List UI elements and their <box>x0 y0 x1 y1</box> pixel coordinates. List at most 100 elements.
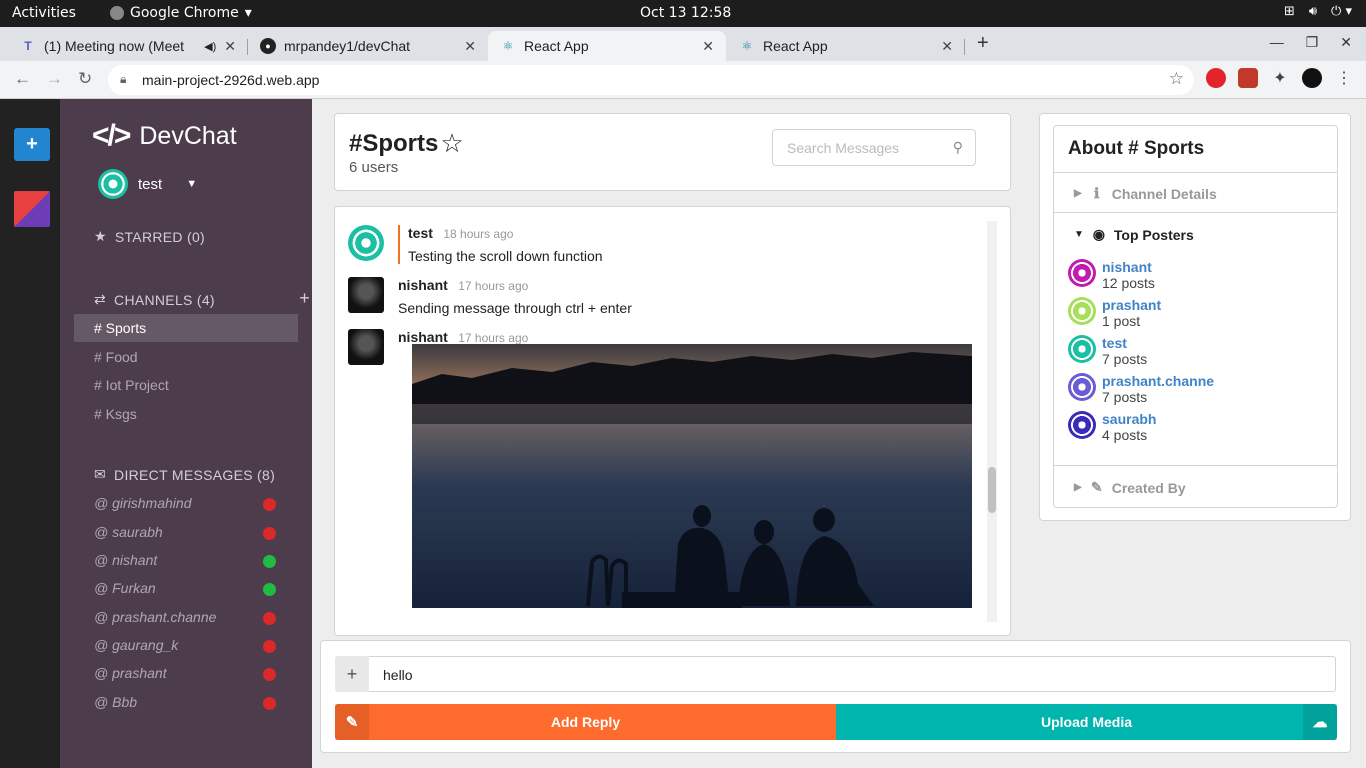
extension-shield-icon[interactable] <box>1206 68 1226 88</box>
status-dot <box>263 640 276 653</box>
volume-icon: 🔊︎ <box>1308 4 1318 19</box>
channel-item-iot-project[interactable]: # Iot Project <box>74 371 298 399</box>
channel-details-accordion[interactable]: ▶ ℹ Channel Details <box>1054 172 1338 212</box>
message-time: 18 hours ago <box>443 227 514 241</box>
dm-item[interactable]: @ girishmahind <box>74 490 298 518</box>
poster-avatar <box>1068 259 1096 287</box>
message-input[interactable]: hello <box>369 656 1336 692</box>
message-body: test 18 hours ago Testing the scroll dow… <box>398 225 603 264</box>
chrome-menu-icon[interactable]: ⋮ <box>1334 68 1354 88</box>
app-menu-label: Google Chrome <box>130 5 239 21</box>
code-icon: </> <box>92 119 131 152</box>
poster-name[interactable]: saurabh <box>1102 411 1156 427</box>
message-author[interactable]: nishant <box>398 277 448 293</box>
scrollbar-track[interactable] <box>987 221 997 622</box>
dm-item[interactable]: @ gaurang_k <box>74 632 298 660</box>
app-menu[interactable]: Google Chrome ▾ <box>110 5 252 21</box>
message-image[interactable] <box>412 344 972 608</box>
channel-item-food[interactable]: # Food <box>74 343 298 371</box>
search-input[interactable]: Search Messages ⚲ <box>772 129 976 166</box>
status-dot <box>263 527 276 540</box>
extensions-puzzle-icon[interactable]: ✦ <box>1270 68 1290 88</box>
dm-item[interactable]: @ Bbb <box>74 689 298 717</box>
dm-item[interactable]: @ prashant <box>74 660 298 688</box>
star-outline-icon[interactable]: ☆ <box>440 128 463 159</box>
reload-icon[interactable]: ↻ <box>78 69 92 89</box>
dm-item[interactable]: @ saurabh <box>74 519 298 547</box>
channels-section: ⇄ CHANNELS (4) + <box>94 288 310 308</box>
tab-close-icon[interactable]: ✕ <box>464 38 476 55</box>
created-by-accordion[interactable]: ▶ ✎ Created By <box>1054 465 1338 507</box>
react-icon: ⚛ <box>502 39 514 53</box>
poster-name[interactable]: prashant <box>1102 297 1161 313</box>
activities-button[interactable]: Activities <box>12 5 76 21</box>
message-author[interactable]: nishant <box>398 329 448 345</box>
adblock-icon[interactable] <box>1238 68 1258 88</box>
dm-item[interactable]: @ Furkan <box>74 575 298 603</box>
tab-react-app-active[interactable]: ⚛ React App ✕ <box>488 31 726 61</box>
tab-title: (1) Meeting now (Meet <box>44 38 185 54</box>
tab-close-icon[interactable]: ✕ <box>941 38 953 55</box>
scrollbar-thumb[interactable] <box>988 467 996 513</box>
channel-details-header[interactable]: ▶ ℹ Channel Details <box>1074 185 1217 202</box>
channel-title: #Sports ☆ <box>349 128 464 159</box>
plus-icon: + <box>346 663 358 684</box>
top-posters-header[interactable]: ▼ ◉ Top Posters <box>1074 226 1194 243</box>
created-by-header[interactable]: ▶ ✎ Created By <box>1074 479 1186 496</box>
dm-item[interactable]: @ nishant <box>74 547 298 575</box>
sidebar: </> DevChat test ▼ ★ STARRED (0) ⇄ CHANN… <box>60 99 312 768</box>
poster-name[interactable]: prashant.channe <box>1102 373 1214 389</box>
tab-close-icon[interactable]: ✕ <box>224 38 236 55</box>
message-avatar <box>348 329 384 365</box>
minimize-icon[interactable]: — <box>1270 34 1284 51</box>
bookmark-star-icon[interactable]: ☆ <box>1169 69 1184 89</box>
status-dot <box>263 668 276 681</box>
tab-close-icon[interactable]: ✕ <box>702 38 714 55</box>
tab-title: React App <box>763 38 828 54</box>
chrome-icon <box>110 6 124 20</box>
poster-avatar <box>1068 335 1096 363</box>
profile-avatar[interactable] <box>1302 68 1322 88</box>
message-author[interactable]: test <box>408 225 433 241</box>
poster-name[interactable]: nishant <box>1102 259 1155 275</box>
attach-plus-button[interactable]: + <box>335 656 369 692</box>
poster-item: test 7 posts <box>1068 335 1147 367</box>
channel-item-ksgs[interactable]: # Ksgs <box>74 400 298 428</box>
message-time: 17 hours ago <box>458 331 529 345</box>
dm-name: @ prashant <box>94 665 167 681</box>
dm-name: @ gaurang_k <box>94 637 179 653</box>
upload-media-button[interactable]: Upload Media ☁ <box>836 704 1337 740</box>
color-swatch[interactable] <box>14 191 50 227</box>
poster-item: saurabh 4 posts <box>1068 411 1156 443</box>
system-tray[interactable]: ⊞ 🔊︎ ⏻ ▾ <box>1284 4 1352 19</box>
caret-down-icon: ▾ <box>244 5 252 21</box>
address-bar[interactable]: 🔒︎ main-project-2926d.web.app ☆ <box>108 65 1194 95</box>
direct-messages-section: ✉ DIRECT MESSAGES (8) <box>94 466 275 483</box>
tab-react-app[interactable]: ⚛ React App ✕ <box>727 31 965 61</box>
channel-item-sports[interactable]: # Sports <box>74 314 298 342</box>
caret-right-icon: ▶ <box>1074 188 1082 199</box>
tab-strip: T (1) Meeting now (Meet ◀) ✕ ● mrpandey1… <box>0 27 1366 61</box>
meta-panel-container: About # Sports ▶ ℹ Channel Details ▼ ◉ T… <box>1039 113 1351 521</box>
restore-icon[interactable]: ❐ <box>1306 34 1319 51</box>
poster-count: 7 posts <box>1102 351 1148 367</box>
clock[interactable]: Oct 13 12:58 <box>640 5 731 21</box>
new-tab-button[interactable]: + <box>977 32 989 55</box>
add-color-button[interactable]: + <box>14 128 50 161</box>
top-posters-label: Top Posters <box>1113 226 1194 243</box>
dm-item[interactable]: @ prashant.channe <box>74 604 298 632</box>
poster-name[interactable]: test <box>1102 335 1147 351</box>
top-posters-accordion[interactable]: ▼ ◉ Top Posters nishant 12 posts prashant… <box>1054 212 1338 465</box>
tab-meeting[interactable]: T (1) Meeting now (Meet ◀) ✕ <box>8 31 248 61</box>
tab-github[interactable]: ● mrpandey1/devChat ✕ <box>248 31 488 61</box>
add-channel-icon[interactable]: + <box>299 288 310 309</box>
add-reply-button[interactable]: ✎ Add Reply <box>335 704 836 740</box>
user-dropdown[interactable]: test ▼ <box>98 169 197 199</box>
search-icon: ⚲ <box>952 139 963 155</box>
message-avatar <box>348 225 384 261</box>
forward-icon[interactable]: → <box>46 69 63 89</box>
close-window-icon[interactable]: ✕ <box>1340 34 1352 51</box>
created-by-label: Created By <box>1111 479 1186 496</box>
messages-panel: test 18 hours ago Testing the scroll dow… <box>334 206 1011 636</box>
back-icon[interactable]: ← <box>14 69 31 89</box>
